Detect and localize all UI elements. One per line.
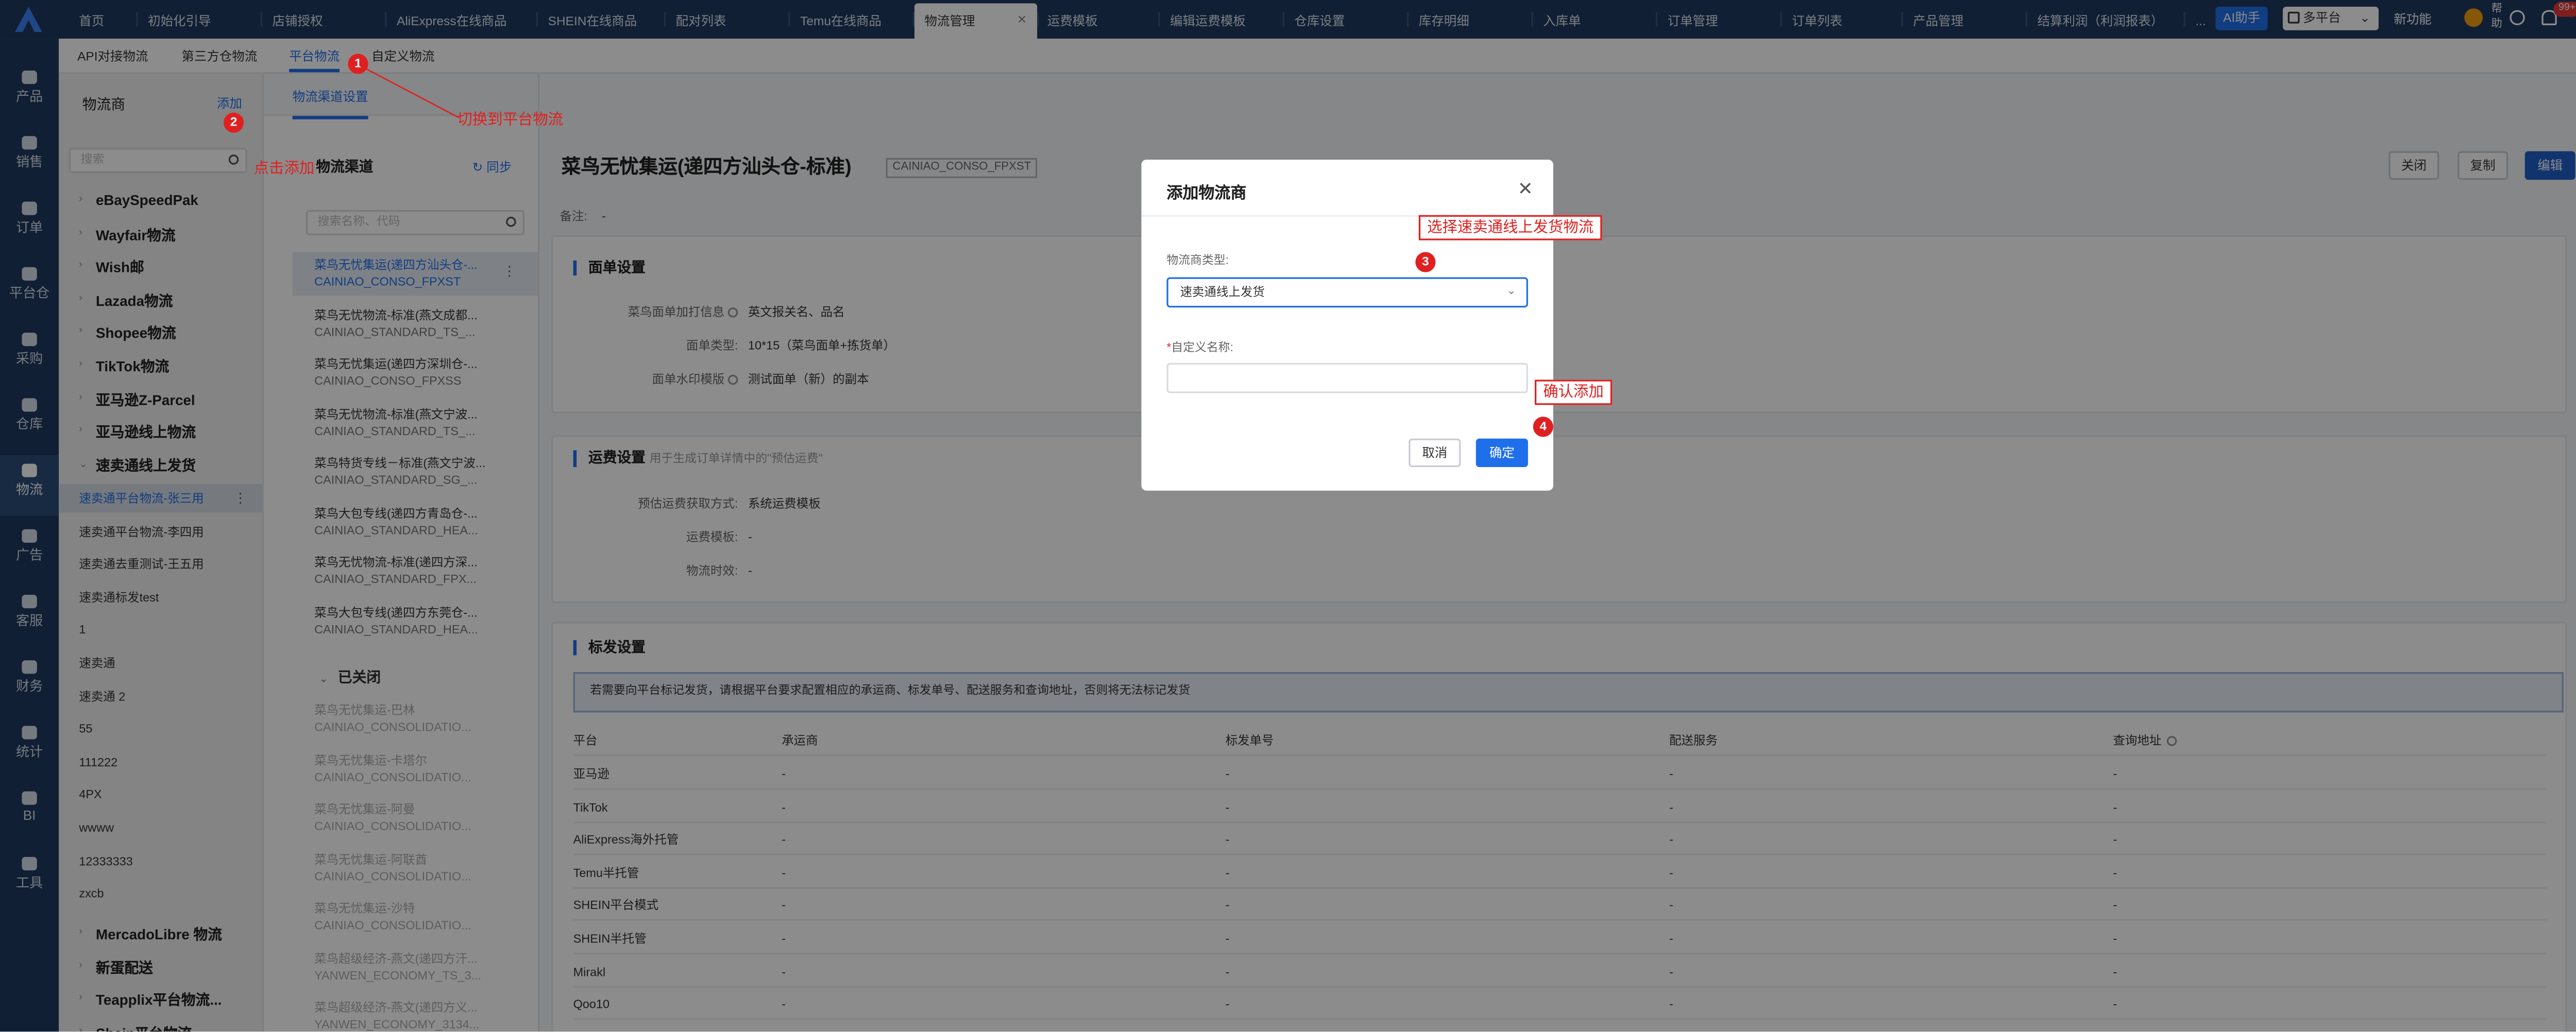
carrier-type-label: 物流商类型: bbox=[1166, 255, 1229, 267]
step-2-note: 点击添加 bbox=[253, 159, 315, 177]
add-carrier-dialog: 添加物流商 ✕ 物流商类型: 速卖通线上发货 ⌄ *自定义名称: 取消 确定 bbox=[1141, 159, 1553, 491]
confirm-button[interactable]: 确定 bbox=[1476, 438, 1528, 468]
close-icon[interactable]: ✕ bbox=[1518, 178, 1533, 200]
step-marker-2: 2 bbox=[223, 112, 244, 133]
carrier-type-select[interactable]: 速卖通线上发货 ⌄ bbox=[1166, 277, 1528, 308]
step-4-note: 确认添加 bbox=[1534, 380, 1613, 405]
custom-name-input[interactable] bbox=[1166, 363, 1528, 393]
cancel-button[interactable]: 取消 bbox=[1409, 438, 1461, 468]
step-1-note: 切换到平台物流 bbox=[457, 111, 564, 128]
carrier-type-value: 速卖通线上发货 bbox=[1180, 284, 1265, 299]
step-marker-3: 3 bbox=[1415, 252, 1436, 272]
step-3-note: 选择速卖通线上发货物流 bbox=[1418, 215, 1602, 240]
step-1-leader-line bbox=[359, 65, 460, 118]
modal-backdrop[interactable] bbox=[0, 0, 2576, 1032]
chevron-down-icon: ⌄ bbox=[1506, 285, 1517, 298]
step-marker-4: 4 bbox=[1533, 417, 1553, 437]
custom-name-label-text: 自定义名称: bbox=[1171, 342, 1233, 355]
custom-name-label: *自定义名称: bbox=[1166, 339, 1233, 356]
required-mark: * bbox=[1166, 342, 1172, 355]
dialog-title: 添加物流商 bbox=[1166, 184, 1247, 203]
